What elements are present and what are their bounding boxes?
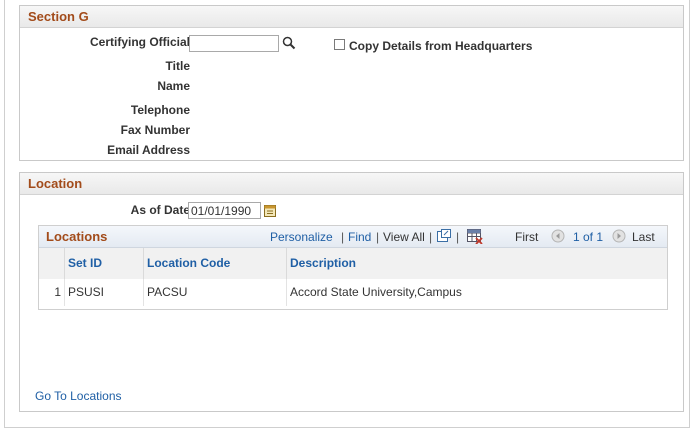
table-cell-set-id: PSUSI [65,279,144,306]
locations-grid-title: Locations [46,229,108,244]
table-cell-location-code: PACSU [144,279,287,306]
view-all-link[interactable]: View All [383,230,425,244]
table-cell-description: Accord State University,Campus [290,285,462,299]
as-of-date-input[interactable] [188,202,261,219]
location-code-column-header[interactable]: Location Code [144,248,287,279]
personalize-link[interactable]: Personalize [270,230,333,244]
fax-number-label: Fax Number [120,123,190,137]
locations-grid: Locations Personalize | Find | View All … [38,225,668,310]
certifying-official-input[interactable] [189,35,279,52]
title-label: Title [165,59,190,73]
locations-grid-header: Locations Personalize | Find | View All … [39,226,667,248]
section-g-title: Section G [20,6,683,28]
toolbar-separator: | [341,230,345,244]
download-grid-icon[interactable] [467,229,483,247]
first-label: First [515,230,539,244]
description-column-header[interactable]: Description [287,248,667,279]
pagination-text: 1 of 1 [573,230,604,244]
section-g-group: Section G Certifying Official Copy Detai… [19,5,684,161]
set-id-column-header[interactable]: Set ID [65,248,144,279]
search-icon[interactable] [282,36,296,53]
certifying-official-label: Certifying Official [89,35,190,49]
name-label: Name [157,79,190,93]
copy-details-label: Copy Details from Headquarters [349,39,533,53]
find-link[interactable]: Find [348,230,371,244]
email-address-label: Email Address [107,143,190,157]
telephone-label: Telephone [130,103,190,117]
page-container: Section G Certifying Official Copy Detai… [4,0,690,428]
toolbar-separator: | [456,230,460,244]
as-of-date-label: As of Date [130,203,190,217]
row-number-column-header [39,248,65,279]
prev-icon[interactable] [551,229,565,246]
next-icon[interactable] [612,229,626,246]
zoom-grid-icon[interactable] [437,229,451,245]
location-group: Location As of Date Locations Personaliz… [19,172,684,412]
toolbar-separator: | [376,230,380,244]
table-row-number: 1 [39,279,65,306]
copy-details-checkbox[interactable] [334,39,345,50]
toolbar-separator: | [429,230,433,244]
calendar-icon[interactable] [264,204,276,220]
go-to-locations-link[interactable]: Go To Locations [35,389,122,403]
last-label: Last [632,230,655,244]
location-title: Location [20,173,683,195]
